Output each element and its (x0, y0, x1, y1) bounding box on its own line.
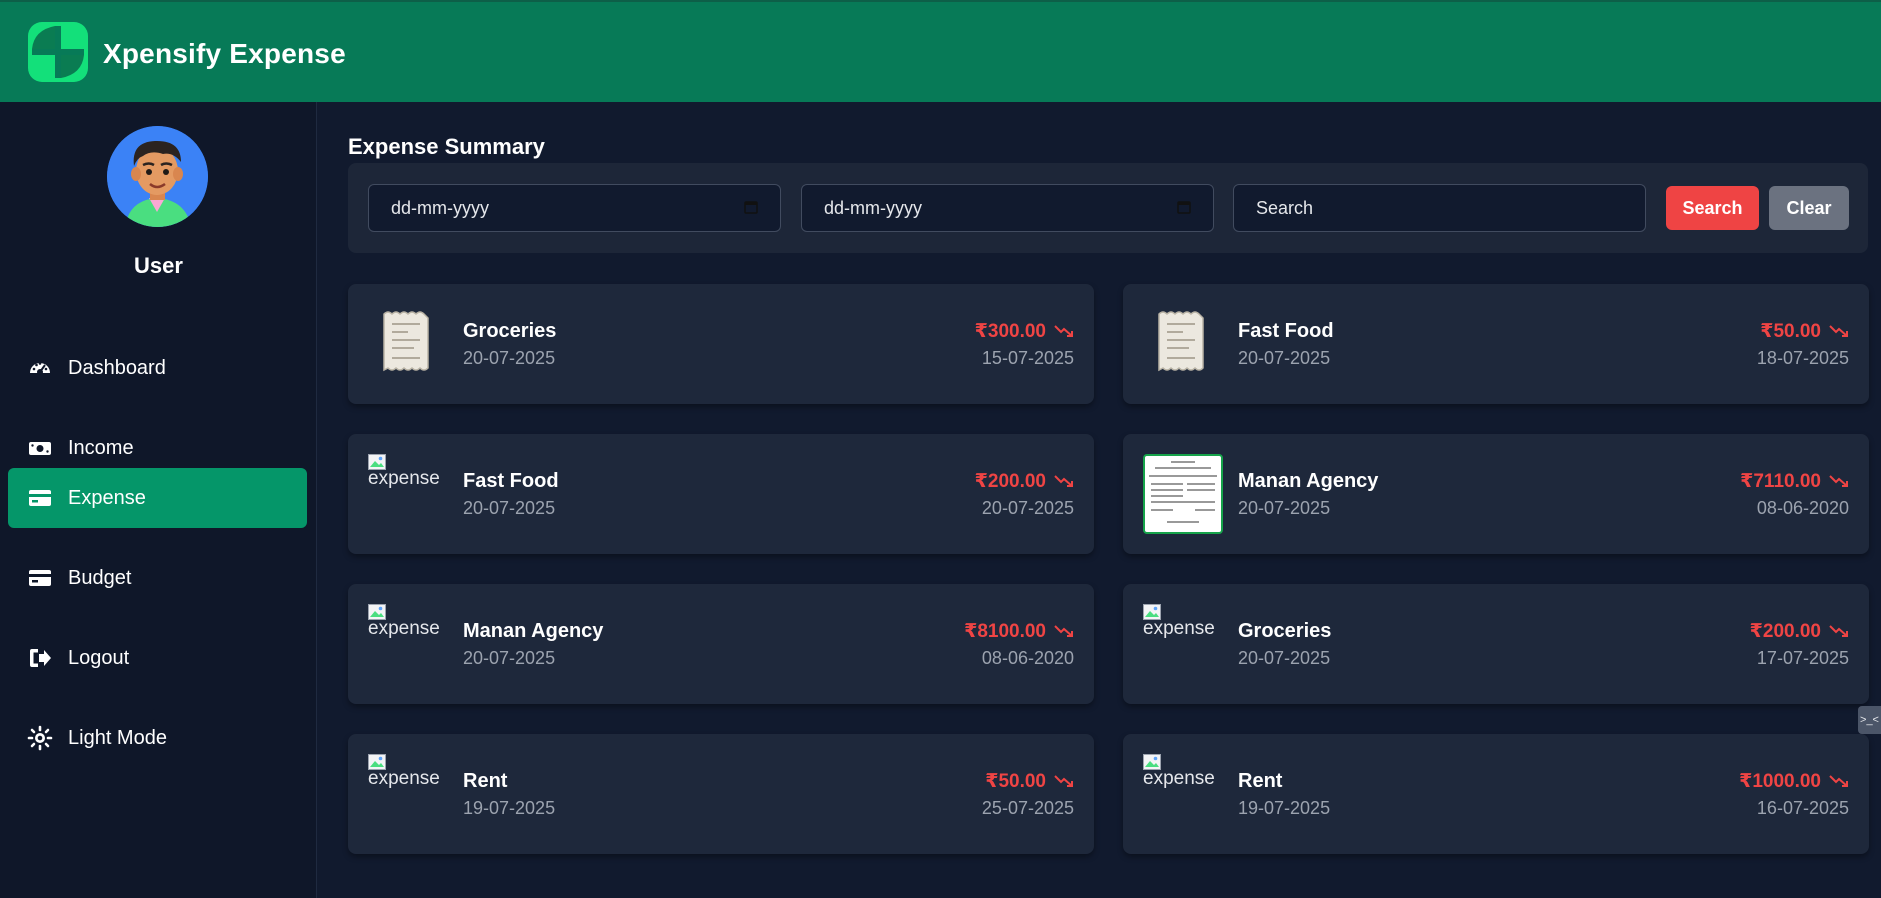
expense-date: 08-06-2020 (1756, 498, 1849, 518)
expense-name: Rent (1238, 770, 1283, 792)
expense-name: Rent (463, 770, 508, 792)
calendar-icon[interactable] (744, 200, 758, 214)
expense-date: 08-06-2020 (981, 648, 1074, 668)
expense-name: Fast Food (463, 470, 559, 492)
nav-logout[interactable]: Logout (8, 628, 307, 688)
nav-light-mode[interactable]: Light Mode (8, 708, 307, 768)
trend-down-icon (1829, 623, 1849, 639)
money-bill-icon (29, 442, 51, 455)
image-alt-text: expense (368, 768, 440, 789)
expense-created-date: 20-07-2025 (1238, 498, 1331, 518)
expense-date: 15-07-2025 (981, 348, 1074, 368)
expense-created-date: 20-07-2025 (463, 348, 556, 368)
receipt-icon (378, 310, 448, 380)
expense-name: Groceries (463, 320, 557, 342)
expense-name: Groceries (1238, 620, 1332, 642)
trend-down-icon (1829, 473, 1849, 489)
expense-amount: ₹50.00 (1760, 321, 1821, 342)
nav-dashboard[interactable]: Dashboard (8, 338, 307, 398)
expense-name: Manan Agency (463, 620, 604, 642)
expense-date: 20-07-2025 (981, 498, 1074, 518)
avatar-illustration-icon (107, 126, 208, 227)
to-date-input[interactable]: dd-mm-yyyy (801, 184, 1214, 232)
expense-amount: ₹50.00 (985, 771, 1046, 792)
search-input[interactable]: Search (1233, 184, 1646, 232)
trend-down-icon (1829, 323, 1849, 339)
filter-bar: dd-mm-yyyy dd-mm-yyyy Search Search Clea… (348, 163, 1868, 253)
top-bar: Xpensify Expense (0, 0, 1881, 102)
expense-created-date: 20-07-2025 (1238, 348, 1331, 368)
nav-expense[interactable]: Expense (8, 468, 307, 528)
nav-budget-label: Budget (68, 566, 132, 589)
nav-logout-label: Logout (68, 646, 130, 669)
app-logo-icon (28, 22, 88, 82)
dashboard-gauge-icon (30, 362, 50, 375)
expense-created-date: 20-07-2025 (463, 648, 556, 668)
credit-card-icon (29, 570, 51, 586)
expense-name: Manan Agency (1238, 470, 1379, 492)
expense-created-date: 19-07-2025 (1238, 798, 1331, 818)
expense-amount: ₹8100.00 (964, 621, 1046, 642)
broken-image-icon: expense (368, 604, 440, 674)
broken-image-icon: expense (368, 454, 440, 524)
expense-amount: ₹200.00 (1749, 621, 1821, 642)
expense-card[interactable]: expense Manan Agency 20-07-2025 ₹8100.00 08-… (348, 584, 1094, 704)
nav-dashboard-label: Dashboard (68, 356, 166, 379)
image-alt-text: expense (368, 468, 440, 489)
from-date-placeholder: dd-mm-yyyy (391, 198, 489, 218)
expense-card[interactable]: expense Fast Food 20-07-2025 ₹200.00 20-07-2… (348, 434, 1094, 554)
trend-down-icon (1054, 473, 1074, 489)
image-alt-text: expense (1143, 618, 1215, 639)
image-alt-text: expense (368, 618, 440, 639)
broken-image-icon: expense (368, 754, 440, 824)
search-button[interactable]: Search (1666, 186, 1759, 230)
receipt-icon (1153, 310, 1223, 380)
expense-date: 17-07-2025 (1756, 648, 1849, 668)
receipt-image (1143, 454, 1223, 534)
trend-down-icon (1054, 773, 1074, 789)
expense-created-date: 20-07-2025 (463, 498, 556, 518)
avatar[interactable] (107, 126, 208, 227)
expense-card[interactable]: Fast Food 20-07-2025 ₹50.00 18-07-2025 (1123, 284, 1869, 404)
app-title: Xpensify Expense (103, 38, 346, 69)
sun-icon (27, 725, 53, 751)
nav-income-label: Income (68, 436, 134, 459)
image-alt-text: expense (1143, 768, 1215, 789)
to-date-placeholder: dd-mm-yyyy (824, 198, 922, 218)
expense-date: 25-07-2025 (981, 798, 1074, 818)
expense-amount: ₹7110.00 (1740, 471, 1821, 492)
expense-amount: ₹300.00 (974, 321, 1046, 342)
side-panel-toggle[interactable]: >_< (1858, 706, 1881, 734)
from-date-input[interactable]: dd-mm-yyyy (368, 184, 781, 232)
clear-button[interactable]: Clear (1769, 186, 1849, 230)
credit-card-icon (29, 490, 51, 506)
broken-image-icon: expense (1143, 754, 1215, 824)
nav-light-mode-label: Light Mode (68, 726, 167, 749)
page-title: Expense Summary (348, 134, 545, 159)
trend-down-icon (1829, 773, 1849, 789)
trend-down-icon (1054, 323, 1074, 339)
expense-created-date: 20-07-2025 (1238, 648, 1331, 668)
expense-card[interactable]: expense Rent 19-07-2025 ₹1000.00 16-07-2025 (1123, 734, 1869, 854)
trend-down-icon (1054, 623, 1074, 639)
sidebar: User Dashboard Income Expense Budget Log… (0, 102, 317, 898)
expense-card[interactable]: expense Groceries 20-07-2025 ₹200.00 17-07-2… (1123, 584, 1869, 704)
broken-image-icon: expense (1143, 604, 1215, 674)
calendar-icon[interactable] (1177, 200, 1191, 214)
expense-date: 16-07-2025 (1756, 798, 1849, 818)
user-name: User (134, 253, 183, 278)
expense-name: Fast Food (1238, 320, 1334, 342)
search-placeholder: Search (1256, 198, 1314, 218)
expense-card[interactable]: Manan Agency 20-07-2025 ₹7110.00 08-06-2020 (1123, 434, 1869, 554)
expense-date: 18-07-2025 (1756, 348, 1849, 368)
expense-amount: ₹1000.00 (1739, 771, 1821, 792)
expense-amount: ₹200.00 (974, 471, 1046, 492)
expense-card[interactable]: Groceries 20-07-2025 ₹300.00 15-07-2025 (348, 284, 1094, 404)
expense-card[interactable]: expense Rent 19-07-2025 ₹50.00 25-07-2025 (348, 734, 1094, 854)
nav-budget[interactable]: Budget (8, 548, 307, 608)
nav-expense-label: Expense (68, 486, 146, 509)
logout-icon (30, 649, 51, 667)
expense-created-date: 19-07-2025 (463, 798, 556, 818)
